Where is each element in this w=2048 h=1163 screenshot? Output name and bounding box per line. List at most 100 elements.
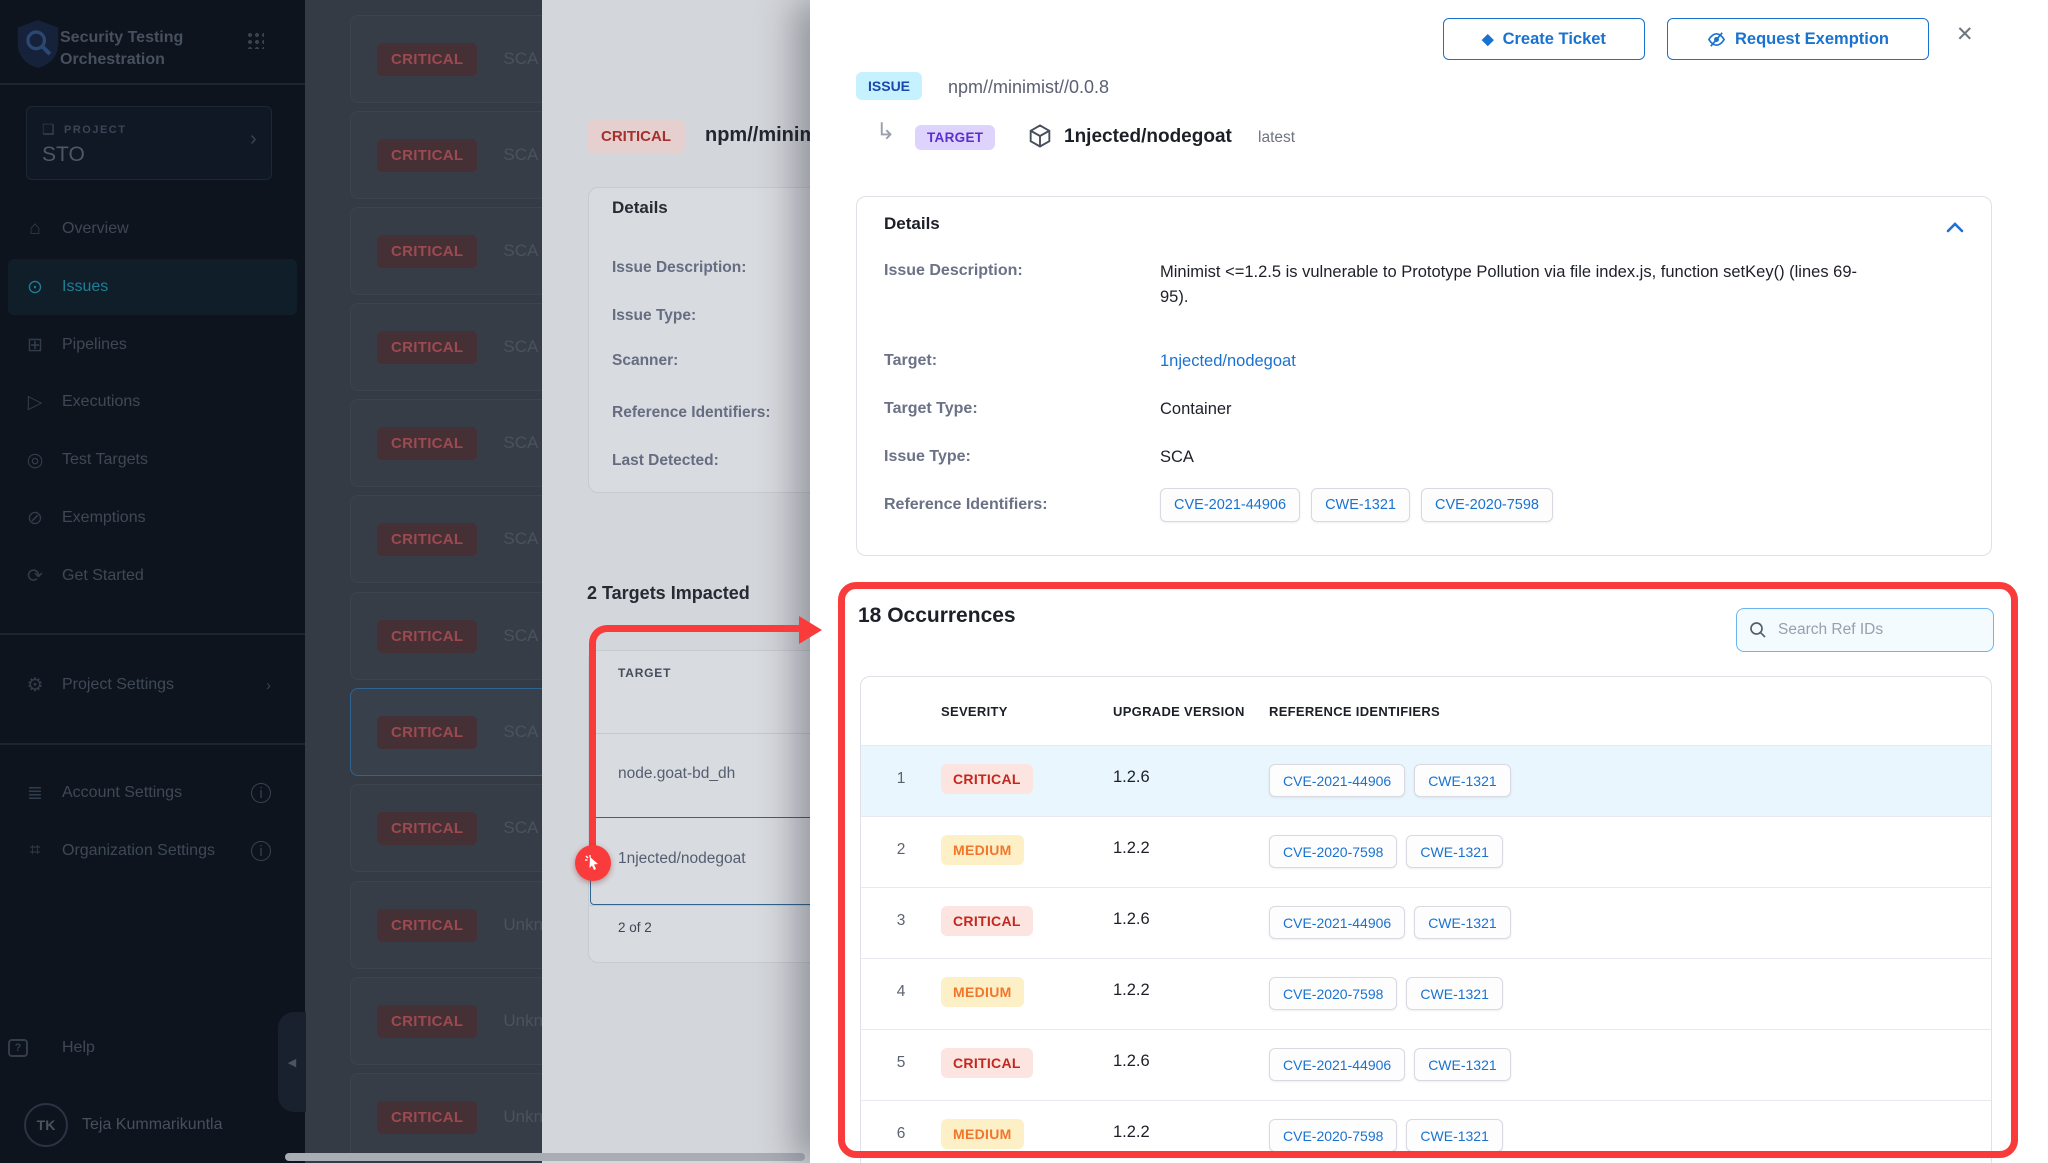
ref-chip[interactable]: CWE-1321 [1414,906,1510,939]
issue-row[interactable]: CRITICALSCA [350,495,542,583]
module-grid-icon[interactable] [248,33,264,49]
sidebar-item-pipelines[interactable]: ⊞ Pipelines [8,317,297,373]
details-heading: Details [884,214,940,234]
upgrade-version: 1.2.6 [1113,910,1150,929]
occurrence-row[interactable]: 5 CRITICAL 1.2.6 CVE-2021-44906CWE-1321 [861,1029,1991,1100]
issue-type-value: SCA [1160,448,1194,467]
details-heading: Details [612,198,668,218]
upgrade-version: 1.2.6 [1113,768,1150,787]
sidebar-item-organization-settings[interactable]: ⌗ Organization Settings i [8,823,297,879]
sidebar-item-exemptions[interactable]: ⊘ Exemptions [8,490,297,546]
target-row-selected[interactable]: 1njected/nodegoat [618,850,746,868]
close-icon[interactable]: ✕ [1956,22,1974,47]
issue-row[interactable]: CRITICALSCA [350,15,542,103]
ref-chip[interactable]: CVE-2021-44906 [1269,1048,1405,1081]
project-label: PROJECT [64,124,126,136]
issue-detail-drawer: ◆ Create Ticket Request Exemption ✕ ISSU… [810,0,2048,1163]
executions-icon: ▷ [8,391,62,414]
issue-row[interactable]: CRITICALUnknown [350,881,542,969]
ref-chip[interactable]: CVE-2021-44906 [1269,906,1405,939]
issue-row[interactable]: CRITICALUnknown [350,977,542,1065]
sidebar-item-account-settings[interactable]: ≣ Account Settings i [8,765,297,821]
target-badge: TARGET [915,125,995,150]
request-exemption-button[interactable]: Request Exemption [1667,18,1929,60]
occurrence-row[interactable]: 3 CRITICAL 1.2.6 CVE-2021-44906CWE-1321 [861,887,1991,958]
eye-slash-icon [1707,30,1726,49]
issue-row-selected[interactable]: CRITICALSCA [350,688,542,776]
sto-shield-logo-icon [16,18,60,75]
create-ticket-button[interactable]: ◆ Create Ticket [1443,18,1645,60]
ref-chip[interactable]: CWE-1321 [1414,764,1510,797]
ref-chip[interactable]: CVE-2021-44906 [1160,488,1300,522]
ref-chip[interactable]: CVE-2021-44906 [1269,764,1405,797]
sidebar-item-get-started[interactable]: ⟳ Get Started [8,548,297,604]
issues-list-panel: CRITICALSCA CRITICALSCA CRITICALSCA CRIT… [305,0,542,1163]
issue-row[interactable]: CRITICALSCA [350,207,542,295]
home-icon: ⌂ [8,218,62,240]
ref-chip[interactable]: CVE-2020-7598 [1421,488,1553,522]
divider [0,633,305,635]
sidebar-item-overview[interactable]: ⌂ Overview [8,201,297,257]
issue-row[interactable]: CRITICALSCA [350,592,542,680]
target-link[interactable]: 1njected/nodegoat [1160,352,1296,371]
upgrade-version: 1.2.2 [1113,981,1150,1000]
issue-row[interactable]: CRITICALSCA [350,303,542,391]
search-icon [1749,621,1767,639]
column-header: REFERENCE IDENTIFIERS [1269,704,1440,719]
sidebar-collapse-handle[interactable]: ◀ [278,1012,306,1112]
ref-chip[interactable]: CWE-1321 [1406,1119,1502,1152]
ref-chip[interactable]: CVE-2020-7598 [1269,1119,1397,1152]
ref-chip[interactable]: CWE-1321 [1406,835,1502,868]
pagination-label: 2 of 2 [618,920,652,935]
info-icon: i [251,841,271,861]
occurrences-heading: 18 Occurrences [858,604,1016,628]
return-arrow-icon: ↳ [876,118,895,145]
targets-impacted-heading: 2 Targets Impacted [587,583,750,604]
severity-badge: CRITICAL [587,120,685,153]
target-row[interactable]: node.goat-bd_dh [618,765,735,783]
issue-row[interactable]: CRITICALSCA [350,399,542,487]
field-label: Issue Description: [884,262,1023,280]
issue-row[interactable]: CRITICALUnknown [350,1073,542,1161]
sidebar-item-executions[interactable]: ▷ Executions [8,374,297,430]
upgrade-version: 1.2.2 [1113,839,1150,858]
sidebar-item-help[interactable]: ? Help [8,1020,297,1076]
issue-row[interactable]: CRITICALSCA [350,784,542,872]
collapse-chevron-up-icon[interactable] [1946,220,1964,232]
sidebar-item-project-settings[interactable]: ⚙ Project Settings › [8,657,297,713]
search-input[interactable] [1776,620,1966,640]
horizontal-scrollbar[interactable] [285,1153,805,1161]
sidebar: Security Testing Orchestration ❏ PROJECT… [0,0,305,1163]
field-label: Scanner: [612,352,678,370]
ref-chip[interactable]: CWE-1321 [1311,488,1410,522]
severity-badge: CRITICAL [941,764,1033,794]
project-chevron-icon[interactable]: › [250,128,257,151]
sidebar-item-issues[interactable]: ⊙ Issues [8,259,297,315]
ref-chip[interactable]: CVE-2020-7598 [1269,835,1397,868]
occurrence-row[interactable]: 2 MEDIUM 1.2.2 CVE-2020-7598CWE-1321 [861,816,1991,887]
field-label: Issue Description: [612,259,746,277]
table-header: SEVERITY UPGRADE VERSION REFERENCE IDENT… [861,677,1991,745]
issue-row[interactable]: CRITICALSCA [350,111,542,199]
issue-name: npm//minimist//0.0.8 [948,77,1109,98]
reference-chips: CVE-2021-44906 CWE-1321 CVE-2020-7598 [1160,488,1564,522]
ref-chip[interactable]: CVE-2020-7598 [1269,977,1397,1010]
field-label: Issue Type: [612,307,696,325]
severity-badge: MEDIUM [941,977,1024,1007]
occurrence-row[interactable]: 1 CRITICAL 1.2.6 CVE-2021-44906CWE-1321 [861,745,1991,816]
ref-chip[interactable]: CWE-1321 [1406,977,1502,1010]
issue-description-value: Minimist <=1.2.5 is vulnerable to Protot… [1160,260,1870,310]
user-avatar[interactable]: TK [24,1103,68,1147]
project-name: STO [42,143,85,167]
column-header: UPGRADE VERSION [1113,704,1245,719]
project-cube-icon: ❏ [42,121,55,138]
occurrence-row[interactable]: 6 MEDIUM 1.2.2 CVE-2020-7598CWE-1321 [861,1100,1991,1163]
app-root: Security Testing Orchestration ❏ PROJECT… [0,0,2048,1163]
divider [0,83,305,85]
column-header: SEVERITY [941,704,1008,719]
sidebar-item-test-targets[interactable]: ◎ Test Targets [8,432,297,488]
gear-icon: ⚙ [8,674,62,697]
ref-chip[interactable]: CWE-1321 [1414,1048,1510,1081]
search-box[interactable] [1736,608,1994,652]
occurrence-row[interactable]: 4 MEDIUM 1.2.2 CVE-2020-7598CWE-1321 [861,958,1991,1029]
